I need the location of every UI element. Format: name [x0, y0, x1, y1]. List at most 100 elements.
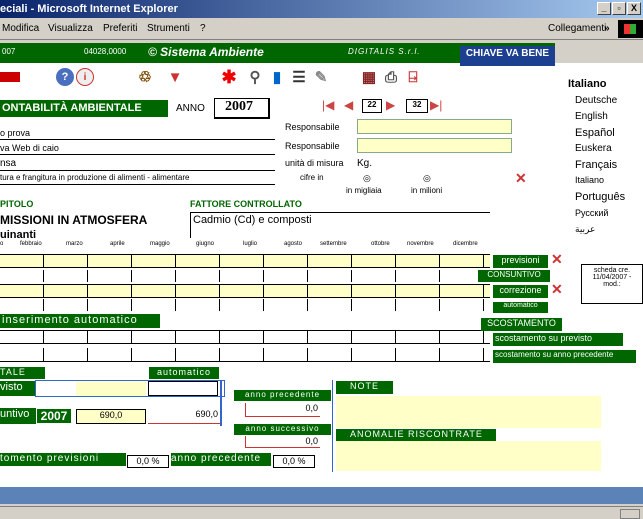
links-label[interactable]: Collegamenti	[548, 23, 606, 34]
lang-arabic[interactable]: عربية	[575, 224, 595, 235]
list-icon[interactable]: ☰	[290, 68, 308, 86]
scheda-line-3: mod.:	[603, 281, 621, 288]
anomalie-field[interactable]	[336, 441, 601, 471]
header-code-mid: 04028,0000	[84, 47, 127, 56]
fattore-label: FATTORE CONTROLLATO	[190, 199, 302, 209]
consuntivo-label: CONSUNTIVO	[478, 270, 550, 282]
anno-succ-label: anno successivo	[234, 424, 331, 435]
lang-espanol[interactable]: Español	[575, 127, 615, 139]
month-label: agosto	[284, 241, 303, 247]
automatico-label: automatico	[149, 367, 219, 379]
month-label: maggio	[150, 241, 170, 247]
consuntivo-value[interactable]: 690,0	[76, 409, 146, 424]
info-row-1: o prova	[0, 128, 275, 140]
scostamento-row-1	[0, 330, 490, 344]
previsioni-row[interactable]	[0, 254, 490, 268]
radio-milioni[interactable]: ◎	[423, 173, 431, 184]
language-selected: Italiano	[568, 78, 607, 90]
grid-spacer-1	[0, 270, 490, 282]
info-icon[interactable]: i	[76, 68, 94, 86]
brand-label: © Sistema Ambiente	[148, 45, 264, 59]
unita-label: unità di misura	[285, 158, 344, 168]
chart-icon[interactable]: ▮	[268, 68, 286, 86]
clear-x-icon[interactable]: ✕	[515, 170, 527, 187]
key-status: CHIAVE VA BENE	[460, 46, 555, 66]
menu-help[interactable]: ?	[200, 23, 206, 34]
month-label: marzo	[66, 241, 83, 247]
month-label: febbraio	[20, 241, 42, 247]
close-button[interactable]: X	[627, 2, 641, 15]
anno-value[interactable]: 2007	[214, 98, 270, 119]
month-label: luglio	[243, 241, 258, 247]
consuntivo-auto-value: 690,0	[148, 409, 220, 424]
nav-counter-b: 32	[406, 99, 428, 113]
scheda-box: scheda cre. 11/04/2007 - mod.:	[581, 264, 643, 304]
lang-portugues[interactable]: Português	[575, 191, 625, 203]
next-icon[interactable]: ▶	[386, 98, 395, 112]
lang-deutsche[interactable]: Deutsche	[575, 95, 617, 106]
correzione-button[interactable]: correzione	[493, 285, 548, 298]
previsto-field[interactable]	[76, 381, 146, 396]
automatico-button[interactable]: automatico	[493, 302, 548, 313]
scost-previsto-button[interactable]: scostamento su previsto	[493, 333, 623, 346]
previsto-label: visto	[0, 381, 35, 396]
asterisk-icon[interactable]: ✱	[220, 67, 238, 87]
consuntivo-tot-label: untivo	[0, 408, 36, 424]
consuntivo-year: 2007	[36, 408, 72, 424]
anno-prec2-label: anno precedente	[171, 453, 271, 466]
scost-prev-value: 0,0 %	[127, 455, 169, 468]
menu-modifica[interactable]: Modifica	[2, 23, 39, 34]
lang-russian[interactable]: Русский	[575, 208, 608, 218]
scheda-line-2: 11/04/2007 -	[592, 274, 632, 281]
info-row-4: tura e frangitura in produzione di alime…	[0, 173, 275, 185]
resize-grip-icon[interactable]	[620, 509, 640, 519]
maximize-button[interactable]: ▫	[612, 2, 626, 15]
anno-prec-value: 0,0	[245, 403, 320, 417]
help-icon[interactable]: ?	[56, 68, 74, 86]
scost-prev-label: tomento previsioni	[0, 453, 126, 466]
recycle-icon[interactable]: ♲	[136, 68, 154, 86]
prev-icon[interactable]: ◀	[344, 98, 353, 112]
totale-label: TALE	[0, 367, 45, 379]
note-field[interactable]	[336, 396, 601, 428]
divider-2	[332, 380, 333, 472]
month-label: ottobre	[371, 241, 390, 247]
note-label: NOTE	[336, 381, 393, 394]
exit-icon[interactable]	[0, 72, 20, 82]
consuntivo-row[interactable]	[0, 284, 490, 298]
lang-italiano[interactable]: Italiano	[575, 175, 604, 185]
window-title: eciali - Microsoft Internet Explorer	[0, 3, 178, 15]
links-chevron-icon[interactable]: »	[604, 23, 610, 34]
window-controls: _ ▫ X	[597, 2, 641, 15]
page-bottom-strip	[0, 487, 643, 504]
lang-euskera[interactable]: Euskera	[575, 143, 612, 154]
previsioni-button[interactable]: previsioni	[493, 255, 548, 268]
migliaia-label: in migliaia	[346, 186, 382, 195]
door-exit-icon[interactable]: ⍈	[404, 68, 422, 86]
grid-icon[interactable]: ▦	[360, 68, 378, 86]
minimize-button[interactable]: _	[597, 2, 611, 15]
month-label: novembre	[407, 241, 434, 247]
lang-francais[interactable]: Français	[575, 159, 617, 171]
scost-anno-button[interactable]: scostamento su anno precedente	[493, 350, 636, 363]
previsto-auto-field	[148, 381, 218, 396]
responsabile-label-1: Responsabile	[285, 122, 340, 132]
search-icon[interactable]: ⚲	[246, 68, 264, 86]
filter-icon[interactable]: ▼	[166, 68, 184, 86]
correzione-clear-icon[interactable]: ✕	[551, 281, 563, 298]
lang-english[interactable]: English	[575, 111, 608, 122]
menu-strumenti[interactable]: Strumenti	[147, 23, 190, 34]
responsabile-field-2[interactable]	[357, 138, 512, 153]
menu-visualizza[interactable]: Visualizza	[48, 23, 93, 34]
radio-migliaia[interactable]: ◎	[363, 173, 371, 184]
menu-preferiti[interactable]: Preferiti	[103, 23, 137, 34]
first-icon[interactable]: |◀	[322, 98, 334, 112]
previsioni-clear-icon[interactable]: ✕	[551, 251, 563, 268]
inserimento-automatico-button[interactable]: inserimento automatico	[0, 314, 160, 328]
tools-icon[interactable]: ✎	[312, 68, 330, 86]
print-icon[interactable]: ⎙	[382, 68, 400, 86]
month-label: settembre	[320, 241, 347, 247]
responsabile-field-1[interactable]	[357, 119, 512, 134]
last-icon[interactable]: ▶|	[430, 98, 442, 112]
menu-bar: Modifica Visualizza Preferiti Strumenti …	[0, 18, 643, 40]
